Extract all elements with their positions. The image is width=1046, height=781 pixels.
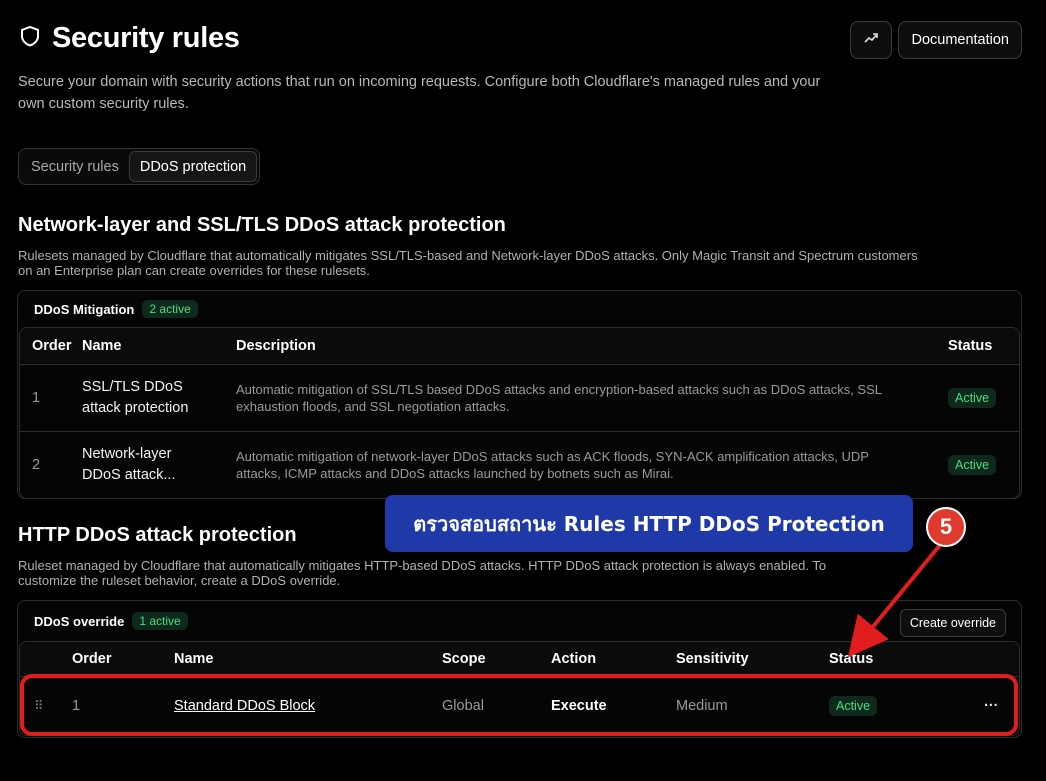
col-status: Status — [948, 338, 993, 354]
col-name: Name — [82, 338, 122, 354]
documentation-button[interactable]: Documentation — [898, 21, 1022, 59]
row-scope: Global — [442, 698, 484, 714]
active-count-badge: 1 active — [132, 612, 188, 630]
col-sensitivity: Sensitivity — [676, 651, 749, 667]
col-status: Status — [829, 651, 874, 667]
ddos-mitigation-card: DDoS Mitigation 2 active Order Name Desc… — [17, 290, 1022, 499]
row-name: Network-layer DDoS attack... — [82, 444, 236, 486]
page-subtitle: Secure your domain with security actions… — [18, 74, 821, 112]
create-override-button[interactable]: Create override — [899, 609, 1006, 637]
row-action: Execute — [551, 698, 607, 714]
table-row[interactable]: ⠿ 1 Standard DDoS Block Global Execute M… — [20, 677, 1019, 735]
row-order: 1 — [32, 390, 41, 406]
status-badge: Active — [948, 388, 997, 408]
row-description: Automatic mitigation of SSL/TLS based DD… — [236, 382, 882, 414]
row-status: Active — [829, 696, 984, 716]
card-title: DDoS override — [34, 613, 125, 629]
row-name-line2: DDoS attack... — [82, 467, 176, 483]
row-name-line2: attack protection — [82, 400, 189, 416]
mitigation-table: Order Name Description Status 1 SSL/TLS … — [19, 327, 1020, 499]
tab-ddos-protection[interactable]: DDoS protection — [128, 151, 258, 182]
table-row[interactable]: 2 Network-layer DDoS attack... Automatic… — [20, 432, 1019, 498]
row-sensitivity: Medium — [676, 698, 728, 714]
network-section-description: Rulesets managed by Cloudflare that auto… — [18, 248, 918, 278]
row-status: Active — [948, 455, 1008, 475]
page-title: Security rules — [52, 22, 240, 54]
tab-bar: Security rules DDoS protection — [18, 148, 261, 185]
annotation-callout: ตรวจสอบสถานะ Rules HTTP DDoS Protection — [385, 495, 913, 552]
http-section-title: HTTP DDoS attack protection — [18, 524, 297, 546]
card-header: DDoS override 1 active — [18, 601, 1021, 641]
card-header: DDoS Mitigation 2 active — [18, 291, 1021, 327]
col-scope: Scope — [442, 651, 486, 667]
col-action: Action — [551, 651, 597, 667]
card-title: DDoS Mitigation — [34, 301, 135, 317]
tab-security-rules[interactable]: Security rules — [21, 151, 129, 182]
row-name: SSL/TLS DDoS attack protection — [82, 377, 236, 419]
col-description: Description — [236, 338, 316, 354]
col-order: Order — [72, 651, 112, 667]
row-description: Automatic mitigation of network-layer DD… — [236, 449, 869, 481]
row-order: 2 — [32, 457, 41, 473]
ddos-override-card: DDoS override 1 active Create override O… — [17, 600, 1022, 738]
status-badge: Active — [948, 455, 997, 475]
row-status: Active — [948, 388, 1008, 408]
col-order: Order — [32, 338, 72, 354]
table-header: Order Name Description Status — [20, 328, 1019, 365]
row-name-line1: Network-layer — [82, 446, 172, 462]
table-header: Order Name Scope Action Sensitivity Stat… — [20, 642, 1019, 677]
network-section-title: Network-layer and SSL/TLS DDoS attack pr… — [18, 214, 506, 236]
header-actions: Documentation — [850, 21, 1022, 59]
row-menu-button[interactable]: ··· — [984, 698, 1014, 714]
http-section-description: Ruleset managed by Cloudflare that autom… — [18, 558, 827, 588]
row-name-line1: SSL/TLS DDoS — [82, 379, 183, 395]
row-order: 1 — [72, 698, 81, 714]
override-table: Order Name Scope Action Sensitivity Stat… — [19, 641, 1020, 736]
drag-handle-icon[interactable]: ⠿ — [20, 698, 72, 714]
step-number-badge: 5 — [926, 507, 966, 547]
trend-chart-button[interactable] — [850, 21, 893, 59]
active-count-badge: 2 active — [142, 300, 198, 318]
status-badge: Active — [829, 696, 878, 716]
col-name: Name — [174, 651, 214, 667]
shield-icon — [18, 24, 42, 53]
table-row[interactable]: 1 SSL/TLS DDoS attack protection Automat… — [20, 365, 1019, 432]
trend-icon — [863, 30, 879, 51]
rule-name-link[interactable]: Standard DDoS Block — [174, 698, 442, 714]
